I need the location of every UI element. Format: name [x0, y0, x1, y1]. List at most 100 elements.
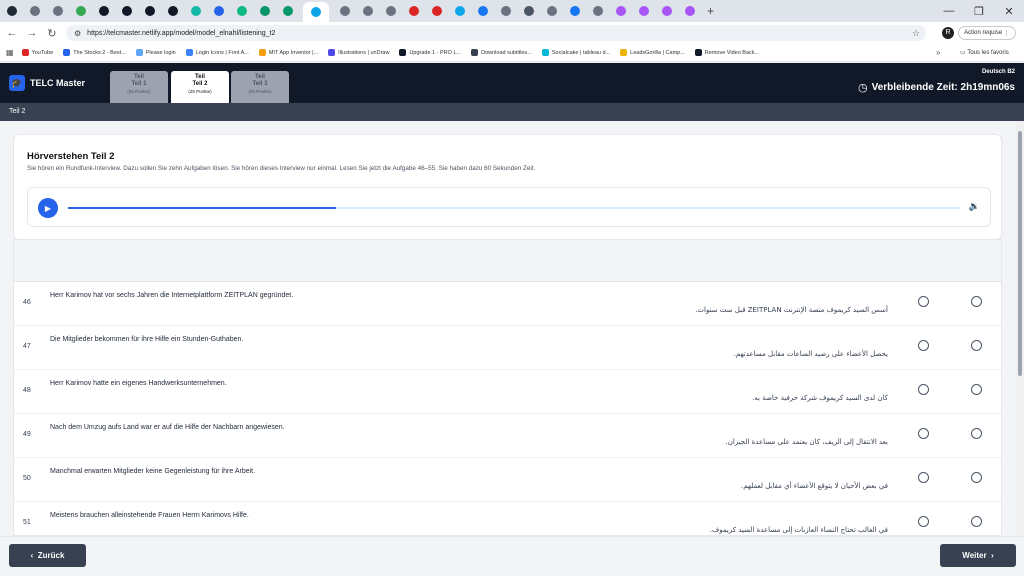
back-arrow-icon[interactable]: ← — [4, 27, 20, 39]
browser-tab[interactable] — [659, 3, 674, 19]
question-row: 51 Meistens brauchen alleinstehende Fraue… — [14, 502, 1001, 535]
action-required-label: Action requise — [964, 30, 1003, 36]
richtig-radio[interactable] — [918, 340, 929, 351]
falsch-radio[interactable] — [971, 340, 982, 351]
all-bookmarks-button[interactable]: ▭ Tous les favoris — [960, 49, 1009, 57]
browser-tab[interactable] — [27, 3, 42, 19]
bookmark-favicon-icon — [328, 49, 336, 56]
richtig-radio[interactable] — [918, 472, 929, 483]
richtig-radio[interactable] — [918, 384, 929, 395]
close-window-icon[interactable]: ✕ — [994, 5, 1024, 18]
richtig-radio[interactable] — [918, 516, 929, 527]
richtig-radio[interactable] — [918, 428, 929, 439]
browser-tab[interactable] — [234, 3, 249, 19]
profile-avatar[interactable]: R — [942, 27, 954, 39]
url-input[interactable]: ⚙ https://telcmaster.netlify.app/model/m… — [66, 25, 926, 41]
bookmark-favicon-icon — [620, 49, 628, 56]
browser-tab[interactable] — [119, 3, 134, 19]
site-info-icon[interactable]: ⚙ — [74, 29, 81, 38]
section-breadcrumb: Teil 2 — [0, 103, 1024, 121]
bookmark-item[interactable]: Login Icons | Font A... — [185, 49, 249, 56]
bookmark-item[interactable]: The Stocks 2 - Best... — [63, 49, 126, 56]
browser-tab[interactable] — [636, 3, 651, 19]
browser-tab[interactable] — [590, 3, 605, 19]
falsch-radio[interactable] — [971, 472, 982, 483]
minimize-icon[interactable]: — — [934, 5, 964, 17]
restore-icon[interactable]: ❐ — [964, 5, 994, 18]
browser-tab[interactable] — [498, 3, 513, 19]
bookmark-item[interactable]: Illustrations | unDraw — [328, 49, 389, 56]
browser-tab[interactable] — [429, 3, 444, 19]
bookmark-item[interactable]: Remove Video Back... — [694, 49, 759, 56]
bookmark-star-icon[interactable]: ☆ — [912, 28, 920, 39]
tab-favicon-icon — [121, 6, 132, 16]
browser-tab[interactable] — [96, 3, 111, 19]
question-text-de: Die Mitglieder bekommen für ihre Hilfe e… — [50, 336, 244, 343]
app-logo[interactable]: 🎓 TELC Master — [9, 75, 85, 91]
browser-tab[interactable] — [544, 3, 559, 19]
browser-tab[interactable] — [257, 3, 272, 19]
page-scrollbar[interactable] — [1016, 121, 1024, 536]
browser-tab[interactable] — [360, 3, 375, 19]
browser-tab[interactable] — [452, 3, 467, 19]
next-button[interactable]: Weiter › — [940, 544, 1016, 567]
browser-tab[interactable] — [337, 3, 352, 19]
bookmark-item[interactable]: YouTube — [21, 49, 53, 56]
bookmark-item[interactable]: Download subtitles... — [471, 49, 532, 56]
question-text-ar: بعد الانتقال إلى الريف، كان يعتمد على مس… — [725, 438, 888, 446]
browser-tab[interactable] — [73, 3, 88, 19]
new-tab-button[interactable]: + — [707, 4, 714, 18]
language-level: Deutsch B2 — [981, 69, 1015, 75]
bookmark-item[interactable]: Please login — [135, 49, 176, 56]
scrollbar-thumb[interactable] — [1018, 131, 1022, 376]
question-number: 46 — [23, 299, 31, 306]
tab-favicon-icon — [167, 6, 178, 16]
browser-tab[interactable] — [280, 3, 295, 19]
reload-icon[interactable]: ↻ — [44, 27, 60, 40]
question-row: 49 Nach dem Umzug aufs Land war er auf di… — [14, 414, 1001, 458]
question-text-ar: في بعض الأحيان لا يتوقع الأعضاء أي مقابل… — [741, 482, 888, 490]
bookmark-label: Login Icons | Font A... — [195, 49, 249, 56]
falsch-radio[interactable] — [971, 428, 982, 439]
tab-favicon-icon — [190, 6, 201, 16]
browser-tab[interactable] — [303, 2, 329, 22]
falsch-radio[interactable] — [971, 296, 982, 307]
question-row: 47 Die Mitglieder bekommen für ihre Hilfe… — [14, 326, 1001, 370]
browser-tab[interactable] — [165, 3, 180, 19]
browser-tab[interactable] — [406, 3, 421, 19]
play-button[interactable]: ▶ — [38, 198, 58, 218]
browser-tab[interactable] — [682, 3, 697, 19]
tab-teil-1[interactable]: Teil Teil 1 (25 Punkte) — [110, 71, 168, 103]
browser-tab[interactable] — [383, 3, 398, 19]
apps-grid-icon[interactable]: ▦ — [6, 48, 14, 57]
bookmark-item[interactable]: Socialcake | tableau d... — [541, 49, 610, 56]
browser-tab[interactable] — [211, 3, 226, 19]
falsch-radio[interactable] — [971, 516, 982, 527]
bookmark-item[interactable]: MIT App Inventor |... — [258, 49, 318, 56]
tab-teil-3[interactable]: Teil Teil 3 (25 Punkte) — [231, 71, 289, 103]
more-bookmarks-icon[interactable]: » — [936, 48, 940, 57]
browser-tab[interactable] — [475, 3, 490, 19]
previous-button[interactable]: ‹ Zurück — [9, 544, 86, 567]
browser-tab[interactable] — [4, 3, 19, 19]
browser-tab[interactable] — [50, 3, 65, 19]
browser-tab[interactable] — [567, 3, 582, 19]
action-required-button[interactable]: Action requise ⋮ — [958, 26, 1016, 40]
browser-tab[interactable] — [188, 3, 203, 19]
browser-tab[interactable] — [142, 3, 157, 19]
bookmark-favicon-icon — [471, 49, 479, 56]
forward-arrow-icon[interactable]: → — [24, 27, 40, 39]
bookmark-item[interactable]: Upgrade 1 - PRO L... — [399, 49, 461, 56]
browser-tab[interactable] — [613, 3, 628, 19]
volume-icon[interactable]: 🔉 — [969, 201, 980, 212]
app-header: 🎓 TELC Master Teil Teil 1 (25 Punkte) Teil T… — [0, 63, 1024, 103]
audio-progress-bar[interactable] — [68, 207, 961, 209]
app-name: TELC Master — [30, 78, 86, 88]
richtig-radio[interactable] — [918, 296, 929, 307]
falsch-radio[interactable] — [971, 384, 982, 395]
bookmark-item[interactable]: LeadsGorilla | Camp... — [620, 49, 685, 56]
browser-tab[interactable] — [521, 3, 536, 19]
tab-teil-label: (25 Punkte) — [188, 89, 212, 94]
question-text-de: Herr Karimov hat vor sechs Jahren die In… — [50, 292, 294, 299]
tab-teil-2[interactable]: Teil Teil 2 (25 Punkte) — [171, 71, 229, 103]
